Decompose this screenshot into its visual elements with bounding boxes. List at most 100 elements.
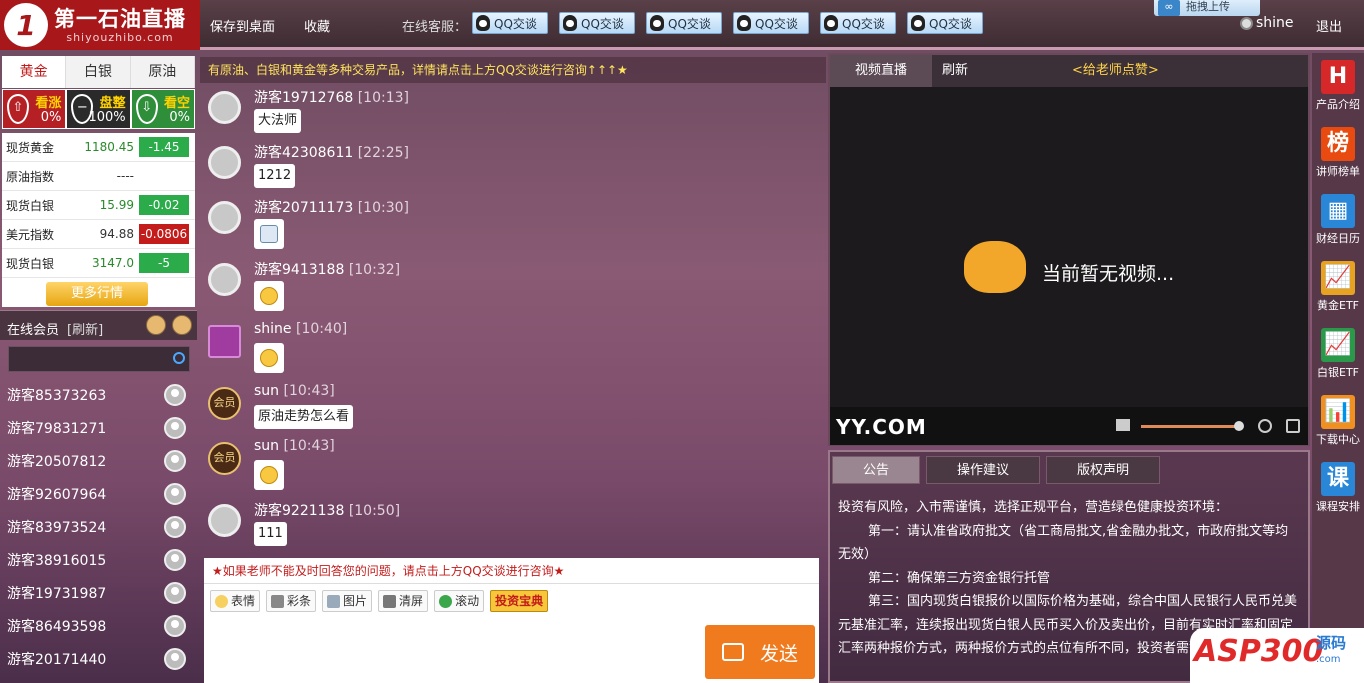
tab-gold[interactable]: 黄金 xyxy=(2,56,67,88)
member-item[interactable]: 游客38916015 xyxy=(0,543,197,576)
member-item[interactable]: 游客92607964 xyxy=(0,477,197,510)
qq-chat-button[interactable]: QQ交谈 xyxy=(820,12,896,34)
video-controls: YY.COM xyxy=(830,407,1308,445)
image-emoticon[interactable] xyxy=(254,219,284,249)
group-icon[interactable] xyxy=(146,315,166,335)
fullscreen-icon[interactable] xyxy=(1286,419,1300,433)
silver-chart-icon: 📈 xyxy=(1321,328,1355,362)
send-button[interactable]: 发送 xyxy=(705,625,815,679)
more-quotes-button[interactable]: 更多行情 xyxy=(46,282,148,306)
quote-row[interactable]: 现货白银 15.99 -0.02 xyxy=(2,191,195,220)
nav-download-center[interactable]: 📊 下载中心 xyxy=(1312,388,1364,454)
quote-row[interactable]: 现货白银 3147.0 -5 xyxy=(2,249,195,278)
qq-chat-button[interactable]: QQ交谈 xyxy=(559,12,635,34)
refresh-video-link[interactable]: 刷新 xyxy=(942,55,968,87)
member-search-input[interactable] xyxy=(8,346,190,372)
volume-knob[interactable] xyxy=(1234,421,1244,431)
chat-bubble-icon xyxy=(721,643,744,661)
side-nav: H 产品介绍 榜讲师榜单 ▦ 财经日历 📈 黄金ETF 📈 白银ETF 📊 下载中心 课课… xyxy=(1312,53,1364,683)
picture-icon xyxy=(327,594,341,608)
video-screen[interactable]: 当前暂无视频... xyxy=(830,87,1308,407)
chat-message: 游客9413188 [10:32] xyxy=(208,259,808,319)
avatar xyxy=(208,91,241,124)
tab-oil[interactable]: 原油 xyxy=(131,56,195,88)
nav-product-intro[interactable]: H 产品介绍 xyxy=(1312,53,1364,119)
quote-row[interactable]: 原油指数 ---- xyxy=(2,162,195,191)
volume-icon[interactable] xyxy=(1116,419,1130,431)
emoji-button[interactable]: 表情 xyxy=(210,590,261,612)
save-to-desktop-link[interactable]: 保存到桌面 xyxy=(210,16,275,35)
member-item[interactable]: 游客85373263 xyxy=(0,378,197,411)
top-bar: 1 第一石油直播 shiyouzhibo.com 保存到桌面 收藏 在线客服： … xyxy=(0,0,1364,50)
nav-course-schedule[interactable]: 课课程安排 xyxy=(1312,455,1364,521)
nav-gold-etf[interactable]: 📈 黄金ETF xyxy=(1312,254,1364,320)
nav-silver-etf[interactable]: 📈 白银ETF xyxy=(1312,321,1364,387)
like-teacher-link[interactable]: <给老师点赞> xyxy=(1072,55,1159,87)
qq-icon xyxy=(650,15,664,31)
message-list: 游客19712768 [10:13] 大法师 游客42308611 [22:25… xyxy=(200,85,826,555)
member-item[interactable]: 游客19731987 xyxy=(0,576,197,609)
chat-panel: 有原油、白银和黄金等多种交易产品，详情请点击上方QQ交谈进行咨询↑↑↑★ 游客1… xyxy=(200,53,826,683)
bearish-vote[interactable]: ⇩ 看空 0% xyxy=(130,89,195,129)
quotes-table: 现货黄金 1180.45 -1.45 原油指数 ---- 现货白银 15.99 -0.02… xyxy=(2,133,195,307)
qq-chat-button[interactable]: QQ交谈 xyxy=(646,12,722,34)
quote-row[interactable]: 美元指数 94.88 -0.0806 xyxy=(2,220,195,249)
yy-mascot-icon xyxy=(964,241,1026,293)
image-button[interactable]: 图片 xyxy=(322,590,373,612)
member-item[interactable]: 游客20507812 xyxy=(0,444,197,477)
logout-link[interactable]: 退出 xyxy=(1316,16,1342,35)
tab-silver[interactable]: 白银 xyxy=(66,56,131,88)
qq-chat-button[interactable]: QQ交谈 xyxy=(907,12,983,34)
quote-row[interactable]: 现货黄金 1180.45 -1.45 xyxy=(2,133,195,162)
site-logo[interactable]: 1 第一石油直播 shiyouzhibo.com xyxy=(0,0,200,50)
help-notice: ★如果老师不能及时回答您的问题，请点击上方QQ交谈进行咨询★ xyxy=(204,558,819,584)
neutral-vote[interactable]: − 盘整 100% xyxy=(66,89,131,129)
admin-icon[interactable] xyxy=(172,315,192,335)
member-item[interactable]: 游客20171440 xyxy=(0,642,197,675)
tab-announcement[interactable]: 公告 xyxy=(832,456,921,484)
drag-upload-button[interactable]: ∞ 拖拽上传 xyxy=(1154,0,1260,16)
nav-teacher-ranking[interactable]: 榜讲师榜单 xyxy=(1312,120,1364,186)
qq-chat-button[interactable]: QQ交谈 xyxy=(472,12,548,34)
down-arrow-icon: ⇩ xyxy=(135,94,158,124)
avatar xyxy=(164,548,186,571)
video-panel: 视频直播 刷新 <给老师点赞> 当前暂无视频... YY.COM xyxy=(828,53,1310,446)
left-panel: 黄金 白银 原油 ⇧ 看涨 0% − 盘整 100% ⇩ 看空 0% 现货黄金 1180.45… xyxy=(0,53,197,683)
volume-slider[interactable] xyxy=(1141,421,1244,431)
hide-danmaku-icon[interactable] xyxy=(1258,419,1272,433)
tab-trading-advice[interactable]: 操作建议 xyxy=(926,456,1041,484)
investment-guide-button[interactable]: 投资宝典 xyxy=(490,590,549,612)
username[interactable]: shine xyxy=(1256,15,1294,31)
bullish-vote[interactable]: ⇧ 看涨 0% xyxy=(2,89,67,129)
avatar xyxy=(164,614,186,637)
avatar xyxy=(164,581,186,604)
chat-message: 会员 sun [10:43] xyxy=(208,438,808,498)
tab-live-video[interactable]: 视频直播 xyxy=(830,55,932,87)
vip-badge: 会员 xyxy=(208,387,241,420)
color-bar-button[interactable]: 彩条 xyxy=(266,590,317,612)
member-item[interactable]: 游客86493598 xyxy=(0,609,197,642)
upload-icon: ∞ xyxy=(1158,0,1180,16)
avatar xyxy=(208,504,241,537)
message-bubble: 原油走势怎么看 xyxy=(254,405,354,429)
members-refresh-link[interactable]: [刷新] xyxy=(67,319,103,338)
market-tabs: 黄金 白银 原油 xyxy=(2,56,195,88)
qq-icon xyxy=(476,15,490,31)
qq-icon xyxy=(563,15,577,31)
avatar xyxy=(164,383,186,406)
member-item[interactable]: 游客83973524 xyxy=(0,510,197,543)
qq-icon xyxy=(824,15,838,31)
avatar xyxy=(208,263,241,296)
search-icon[interactable] xyxy=(173,352,185,364)
nav-finance-calendar[interactable]: ▦ 财经日历 xyxy=(1312,187,1364,253)
ranking-icon: 榜 xyxy=(1321,127,1355,161)
qq-chat-button[interactable]: QQ交谈 xyxy=(733,12,809,34)
chat-message: 会员 sun [10:43] 原油走势怎么看 xyxy=(208,383,808,443)
tab-copyright[interactable]: 版权声明 xyxy=(1046,456,1161,484)
member-item[interactable]: 游客79831271 xyxy=(0,411,197,444)
vip-badge: 会员 xyxy=(208,442,241,475)
clear-screen-button[interactable]: 清屏 xyxy=(378,590,429,612)
check-icon xyxy=(439,594,453,608)
auto-scroll-toggle[interactable]: 滚动 xyxy=(434,590,485,612)
favorite-link[interactable]: 收藏 xyxy=(304,16,330,35)
